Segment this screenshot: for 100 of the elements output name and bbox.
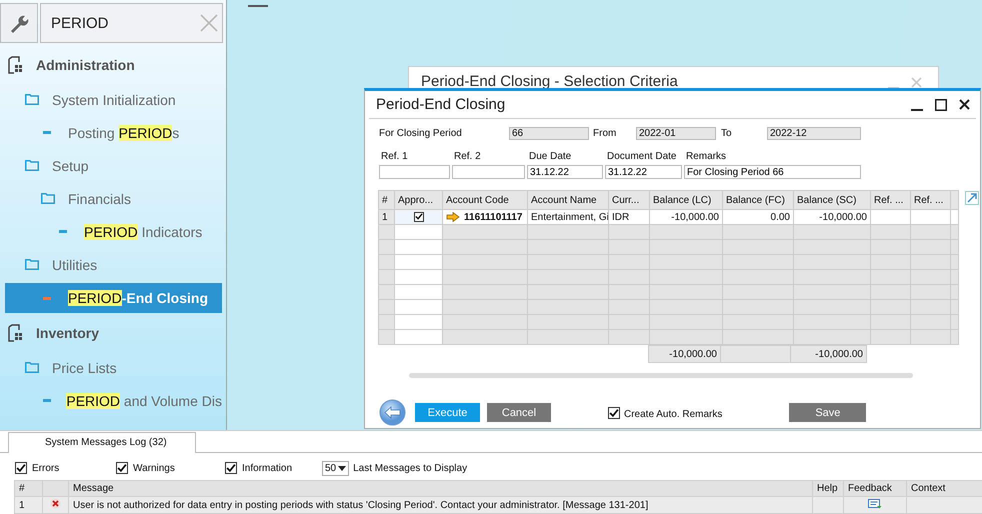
table-cell: 1 <box>14 496 42 514</box>
tree-item[interactable]: Administration <box>5 47 222 83</box>
tree-item[interactable]: System Initialization <box>5 83 222 116</box>
tree-item-label: Setup <box>52 158 89 174</box>
checkbox[interactable] <box>414 212 424 222</box>
dropdown-label: Last Messages to Display <box>353 462 468 474</box>
folder-icon <box>25 362 39 373</box>
field-label: Document Date <box>606 151 678 162</box>
input-field[interactable]: For Closing Period 66 <box>684 165 861 179</box>
tree-item[interactable]: Posting PERIODs <box>5 116 222 149</box>
tree-item-label: Financials <box>68 190 132 206</box>
dash-icon <box>59 230 67 233</box>
readonly-field: 2022-12 <box>767 127 861 140</box>
tree-item[interactable]: Setup <box>5 149 222 182</box>
dash-icon <box>43 399 51 402</box>
total-cell: -10,000.00 <box>790 345 867 363</box>
window-title: Period-End Closing <box>376 96 506 113</box>
field-label: From <box>593 128 618 139</box>
settings-button[interactable] <box>0 3 38 43</box>
tree-item-label: Administration <box>36 57 135 73</box>
input-field[interactable] <box>452 165 525 179</box>
column-header[interactable]: # <box>378 190 394 210</box>
tree-item-label: Price Lists <box>52 360 117 376</box>
tree-item[interactable]: Price Lists <box>5 351 222 384</box>
error-icon <box>50 498 61 509</box>
search-field[interactable]: PERIOD <box>40 3 223 43</box>
checkbox[interactable] <box>15 462 27 474</box>
column-header[interactable]: Appro... <box>394 190 442 210</box>
account-code: 11611101117 <box>464 212 522 222</box>
tree-item[interactable]: Utilities <box>5 248 222 281</box>
close-icon[interactable] <box>959 99 970 110</box>
tree-item-label: PERIOD Indicators <box>84 224 202 240</box>
column-header: Context <box>906 480 982 496</box>
column-header[interactable]: Balance (FC) <box>722 190 794 210</box>
table-cell: 0.00 <box>722 210 794 224</box>
tree-item[interactable]: PERIOD-End Closing <box>5 283 222 313</box>
checkbox[interactable] <box>225 462 237 474</box>
table-cell: IDR <box>608 210 650 224</box>
maximize-icon[interactable] <box>935 98 947 110</box>
column-header[interactable]: Ref. ... <box>910 190 950 210</box>
field-label: Due Date <box>528 151 572 162</box>
input-field[interactable]: 31.12.22 <box>605 165 682 179</box>
field-label: Remarks <box>685 151 728 162</box>
column-header[interactable]: Curr... <box>608 190 650 210</box>
count-dropdown[interactable]: 50 <box>322 460 350 476</box>
field-label: For Closing Period <box>379 128 463 139</box>
folder-icon <box>25 94 39 105</box>
column-header[interactable]: Balance (LC) <box>650 190 722 210</box>
column-header: # <box>14 480 42 496</box>
tab[interactable]: System Messages Log (32) <box>8 432 196 453</box>
document-icon <box>8 324 24 342</box>
checkbox-label: Information <box>242 462 292 474</box>
checkbox-label: Errors <box>32 462 60 474</box>
field-label: Ref. 2 <box>453 151 482 162</box>
field-label: Ref. 1 <box>380 151 409 162</box>
checkbox[interactable] <box>116 462 128 474</box>
column-header[interactable]: Account Name <box>528 190 608 210</box>
table-cell: -10,000.00 <box>650 210 722 224</box>
column-header[interactable]: Account Code <box>442 190 528 210</box>
tree-item-label: PERIOD-End Closing <box>68 290 208 306</box>
tree-item-label: PERIOD and Volume Dis <box>66 392 222 408</box>
table-cell: User is not authorized for data entry in posting periods with status 'Closing Period'. Contact your administrator. [Message 131-201] <box>68 496 812 514</box>
column-header[interactable]: Ref. ... <box>870 190 910 210</box>
column-header: Feedback <box>844 480 906 496</box>
tree-item-label: System Initialization <box>52 92 176 108</box>
checkbox[interactable] <box>608 406 620 418</box>
tree-item[interactable]: PERIOD Indicators <box>5 215 222 248</box>
dash-icon <box>43 296 51 300</box>
cancel-button[interactable]: Cancel <box>487 403 551 422</box>
total-cell: -10,000.00 <box>648 345 721 363</box>
input-field[interactable] <box>379 165 450 179</box>
input-field[interactable]: 31.12.22 <box>527 165 603 179</box>
tree-item-label: Posting PERIODs <box>68 124 180 140</box>
column-header: Message <box>68 480 812 496</box>
folder-icon <box>25 259 39 270</box>
dash-icon <box>43 131 51 134</box>
folder-icon <box>25 160 39 171</box>
readonly-field: 2022-01 <box>636 127 716 140</box>
checkbox-label: Warnings <box>133 462 175 474</box>
scrollbar[interactable] <box>409 373 913 378</box>
tree-item-label: Inventory <box>36 325 100 341</box>
column-header: Help <box>812 480 844 496</box>
tree-item[interactable]: PERIOD and Volume Dis <box>5 384 222 417</box>
folder-icon <box>41 193 55 204</box>
table-cell: -10,000.00 <box>794 210 870 224</box>
tree-item[interactable]: Inventory <box>5 315 222 351</box>
checkbox-label: Create Auto. Remarks <box>624 409 722 420</box>
field-label: To <box>721 128 733 139</box>
save-button[interactable]: Save <box>789 403 866 422</box>
tree-item-label: Utilities <box>52 256 98 272</box>
tree-item[interactable]: Financials <box>5 182 222 215</box>
column-header[interactable]: Balance (SC) <box>794 190 870 210</box>
document-icon <box>8 56 24 74</box>
search-value: PERIOD <box>51 14 109 32</box>
feedback-icon[interactable] <box>868 498 882 508</box>
row-number: 1 <box>378 210 394 224</box>
readonly-field: 66 <box>509 127 589 140</box>
caret-icon <box>338 466 346 470</box>
expand-icon[interactable] <box>965 191 979 205</box>
link-arrow-icon[interactable] <box>446 212 460 222</box>
